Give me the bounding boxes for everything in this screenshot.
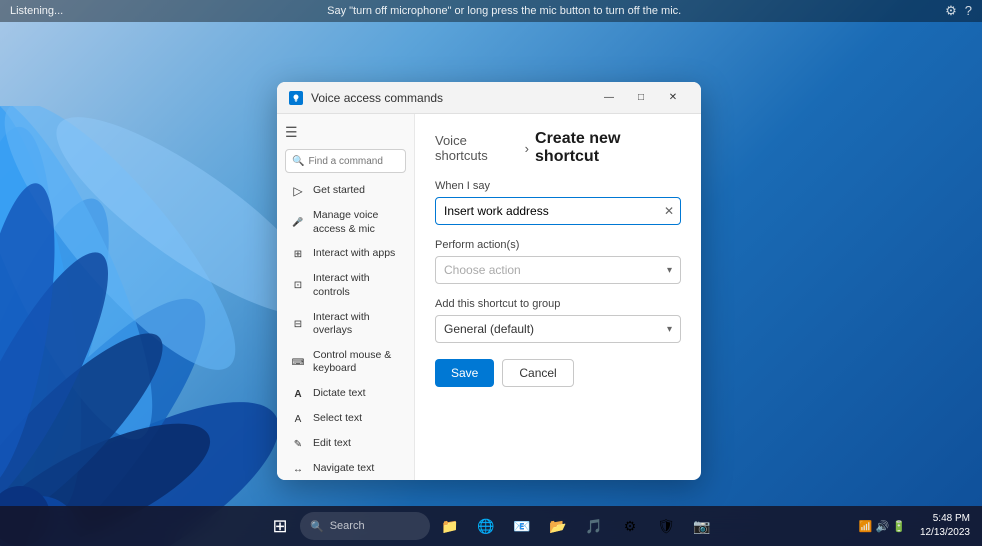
- group-label: Add this shortcut to group: [435, 298, 681, 310]
- sidebar-item-get-started[interactable]: ▷ Get started: [281, 179, 410, 203]
- settings-icon[interactable]: ⚙: [945, 3, 957, 19]
- window-title: Voice access commands: [311, 91, 593, 105]
- search-icon: 🔍: [292, 156, 304, 167]
- taskbar: ⊞ 🔍 Search 📁 🌐 📧 📂 🎵 ⚙ 🛡 📷 📶 🔊 🔋 5:48 PM…: [0, 506, 982, 546]
- volume-icon[interactable]: 🔊: [876, 520, 890, 533]
- sidebar-item-dictate-text[interactable]: A Dictate text: [281, 382, 410, 406]
- window-controls: — □ ✕: [593, 87, 689, 109]
- minimize-button[interactable]: —: [593, 87, 625, 109]
- system-tray: 📶 🔊 🔋: [855, 520, 910, 533]
- mouse-icon: ⌨: [291, 355, 305, 369]
- page-title: Create new shortcut: [535, 130, 681, 166]
- taskbar-edge[interactable]: 🌐: [470, 510, 502, 542]
- breadcrumb-link[interactable]: Voice shortcuts: [435, 133, 519, 163]
- dictate-icon: A: [291, 387, 305, 401]
- when-label: When I say: [435, 180, 681, 192]
- sidebar-item-edit-text[interactable]: ✎ Edit text: [281, 432, 410, 456]
- maximize-button[interactable]: □: [625, 87, 657, 109]
- edit-icon: ✎: [291, 437, 305, 451]
- close-button[interactable]: ✕: [657, 87, 689, 109]
- cancel-button[interactable]: Cancel: [502, 359, 573, 387]
- perform-action-group: Perform action(s) Choose action ▾: [435, 239, 681, 284]
- clock-time: 5:48 PM: [920, 512, 970, 526]
- sidebar-item-interact-apps[interactable]: ⊞ Interact with apps: [281, 242, 410, 266]
- sidebar-item-label: Manage voice access & mic: [313, 209, 400, 236]
- perform-select-value: Choose action: [444, 263, 521, 277]
- shortcut-group-group: Add this shortcut to group General (defa…: [435, 298, 681, 343]
- sidebar-item-label: Dictate text: [313, 387, 366, 401]
- sidebar-item-label: Control mouse & keyboard: [313, 349, 400, 376]
- window-body: ☰ 🔍 ▷ Get started 🎤 Manage voice access …: [277, 114, 701, 480]
- sidebar-item-label: Interact with overlays: [313, 311, 400, 338]
- taskbar-music[interactable]: 🎵: [578, 510, 610, 542]
- when-input[interactable]: [444, 204, 652, 218]
- when-i-say-group: When I say ✕: [435, 180, 681, 225]
- mic-icon: 🎤: [291, 216, 305, 230]
- sidebar-item-select-text[interactable]: A Select text: [281, 407, 410, 431]
- taskbar-search[interactable]: 🔍 Search: [300, 512, 430, 540]
- sidebar-item-label: Navigate text: [313, 462, 374, 476]
- perform-select[interactable]: Choose action ▾: [435, 256, 681, 284]
- taskbar-search-label: Search: [330, 520, 365, 532]
- hamburger-icon[interactable]: ☰: [277, 120, 414, 145]
- taskbar-search-icon: 🔍: [310, 520, 324, 533]
- get-started-icon: ▷: [291, 184, 305, 198]
- sidebar-item-control-mouse[interactable]: ⌨ Control mouse & keyboard: [281, 344, 410, 381]
- voice-access-window: Voice access commands — □ ✕ ☰ 🔍 ▷ Get st…: [277, 82, 701, 480]
- app-icon: [289, 91, 303, 105]
- search-input[interactable]: [308, 156, 399, 167]
- sidebar-item-interact-controls[interactable]: ⊡ Interact with controls: [281, 267, 410, 304]
- select-icon: A: [291, 412, 305, 426]
- sidebar: ☰ 🔍 ▷ Get started 🎤 Manage voice access …: [277, 114, 415, 480]
- top-bar: Listening... Say "turn off microphone" o…: [0, 0, 982, 22]
- taskbar-settings[interactable]: ⚙: [614, 510, 646, 542]
- main-content: Voice shortcuts › Create new shortcut Wh…: [415, 114, 701, 480]
- breadcrumb-arrow: ›: [525, 141, 529, 156]
- start-button[interactable]: ⊞: [264, 510, 296, 542]
- taskbar-mail[interactable]: 📧: [506, 510, 538, 542]
- sidebar-item-label: Get started: [313, 184, 365, 198]
- when-input-container[interactable]: ✕: [435, 197, 681, 225]
- sidebar-item-manage-voice[interactable]: 🎤 Manage voice access & mic: [281, 204, 410, 241]
- taskbar-center: ⊞ 🔍 Search 📁 🌐 📧 📂 🎵 ⚙ 🛡 📷: [264, 510, 718, 542]
- sidebar-item-navigate-text[interactable]: ↔ Navigate text: [281, 457, 410, 480]
- group-select[interactable]: General (default) ▾: [435, 315, 681, 343]
- perform-label: Perform action(s): [435, 239, 681, 251]
- overlays-icon: ⊟: [291, 317, 305, 331]
- sidebar-item-label: Select text: [313, 412, 362, 426]
- form-actions: Save Cancel: [435, 359, 681, 387]
- taskbar-folder[interactable]: 📂: [542, 510, 574, 542]
- taskbar-security[interactable]: 🛡: [650, 510, 682, 542]
- taskbar-camera[interactable]: 📷: [686, 510, 718, 542]
- help-icon[interactable]: ?: [965, 3, 972, 19]
- clock-date: 12/13/2023: [920, 526, 970, 540]
- sidebar-item-label: Edit text: [313, 437, 351, 451]
- taskbar-file-explorer[interactable]: 📁: [434, 510, 466, 542]
- group-select-value: General (default): [444, 322, 534, 336]
- sidebar-item-label: Interact with apps: [313, 247, 395, 261]
- taskbar-right: 📶 🔊 🔋 5:48 PM 12/13/2023: [855, 506, 976, 546]
- listening-status: Listening...: [10, 5, 63, 17]
- sidebar-item-interact-overlays[interactable]: ⊟ Interact with overlays: [281, 306, 410, 343]
- sidebar-item-label: Interact with controls: [313, 272, 400, 299]
- save-button[interactable]: Save: [435, 359, 494, 387]
- clear-input-icon[interactable]: ✕: [664, 204, 674, 218]
- window-titlebar: Voice access commands — □ ✕: [277, 82, 701, 114]
- controls-icon: ⊡: [291, 279, 305, 293]
- mic-icon-svg: [291, 93, 301, 103]
- network-icon[interactable]: 📶: [859, 520, 873, 533]
- search-container[interactable]: 🔍: [285, 149, 406, 173]
- battery-icon[interactable]: 🔋: [892, 520, 906, 533]
- system-clock[interactable]: 5:48 PM 12/13/2023: [914, 512, 976, 540]
- breadcrumb: Voice shortcuts › Create new shortcut: [435, 130, 681, 166]
- group-chevron-down-icon: ▾: [667, 324, 672, 335]
- perform-chevron-down-icon: ▾: [667, 265, 672, 276]
- navigate-icon: ↔: [291, 462, 305, 476]
- top-bar-icons: ⚙ ?: [945, 3, 972, 19]
- apps-icon: ⊞: [291, 247, 305, 261]
- top-bar-instruction: Say "turn off microphone" or long press …: [63, 5, 945, 17]
